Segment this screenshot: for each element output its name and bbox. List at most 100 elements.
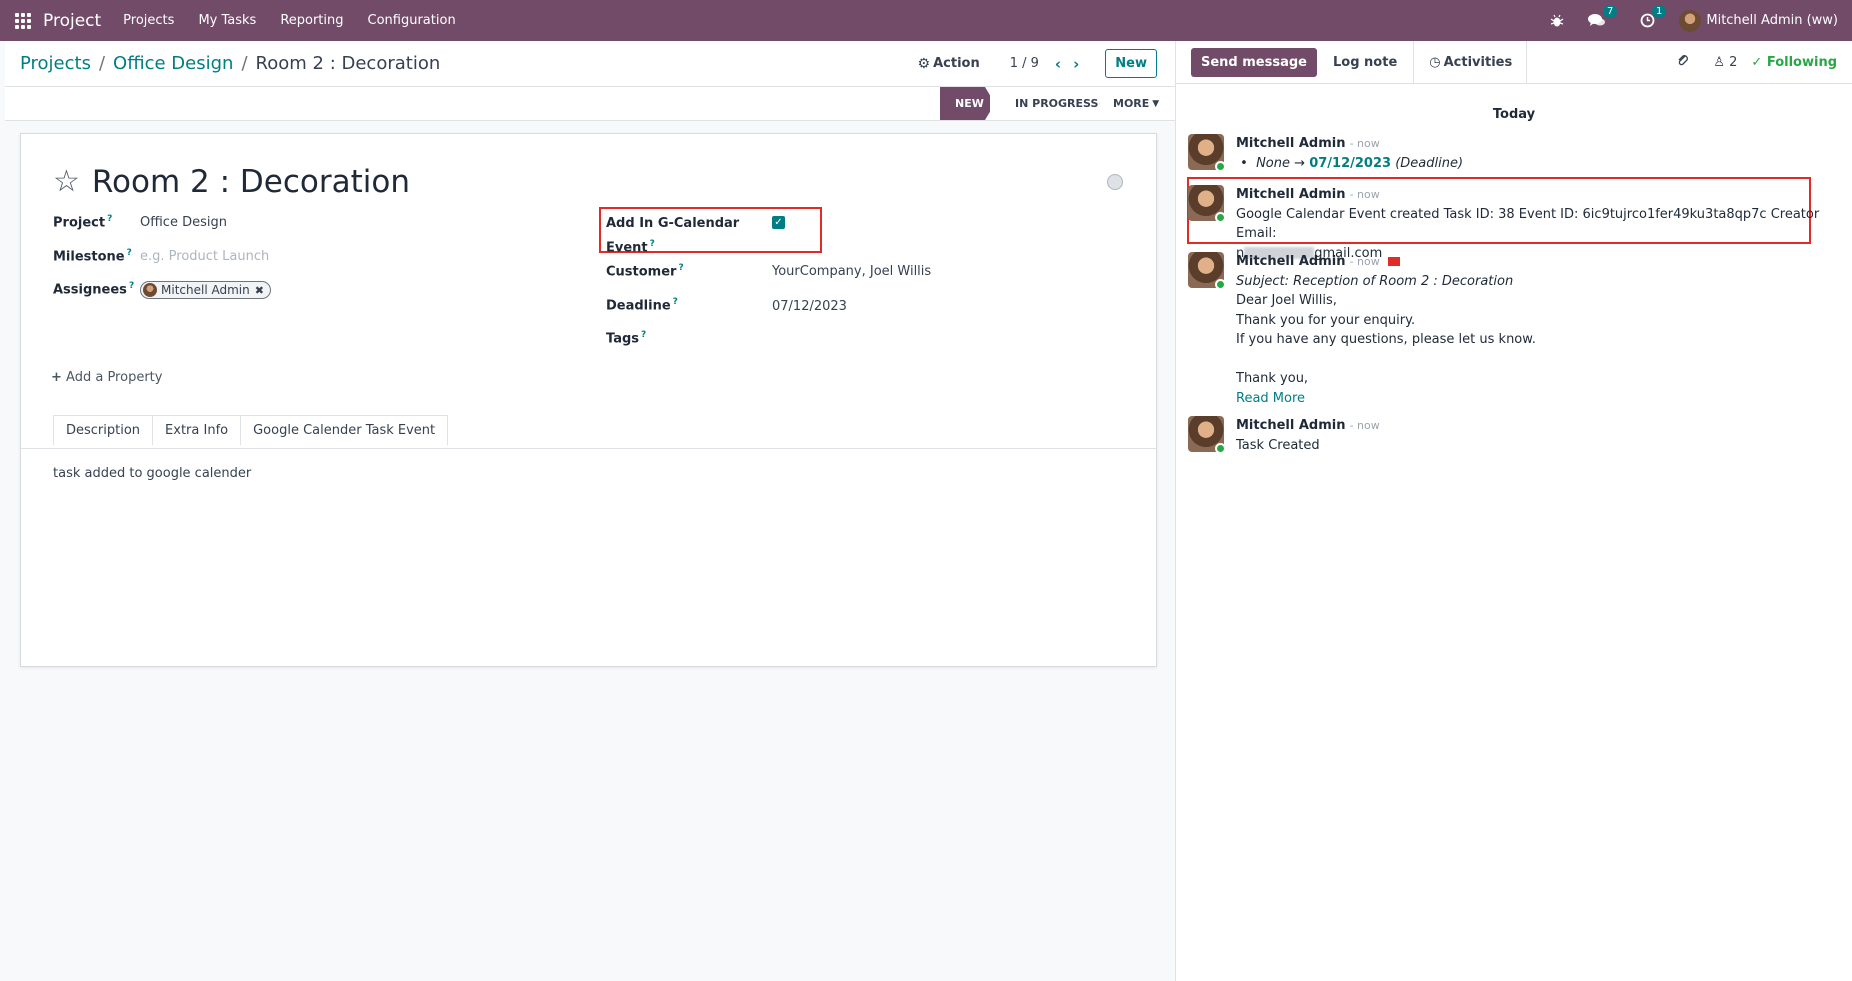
gcal-checkbox[interactable]: ✓: [772, 216, 785, 229]
avatar[interactable]: [1188, 416, 1226, 454]
assignee-tag[interactable]: Mitchell Admin ✖: [140, 281, 271, 299]
activities-badge: 1: [1651, 5, 1667, 18]
pager-value[interactable]: 1 / 9: [1010, 56, 1039, 71]
priority-star-icon[interactable]: ☆: [53, 167, 80, 197]
help-icon[interactable]: ?: [678, 263, 683, 273]
customer-field[interactable]: YourCompany, Joel Willis: [772, 264, 931, 279]
gear-icon: ⚙: [917, 55, 931, 72]
menu-my-tasks[interactable]: My Tasks: [198, 13, 256, 28]
control-panel: Projects / Office Design / Room 2 : Deco…: [5, 41, 1175, 87]
message-time: - now: [1349, 419, 1380, 432]
online-status-icon: [1215, 443, 1226, 454]
menu-projects[interactable]: Projects: [123, 13, 174, 28]
avatar[interactable]: [1188, 185, 1226, 223]
help-icon[interactable]: ?: [129, 281, 134, 291]
activities-label: Activities: [1443, 54, 1513, 70]
clock-icon: ◷: [1429, 54, 1441, 70]
project-field[interactable]: Office Design: [140, 215, 227, 230]
help-icon[interactable]: ?: [673, 297, 678, 307]
message-time: - now: [1349, 188, 1380, 201]
add-property-label: Add a Property: [66, 370, 163, 385]
new-button[interactable]: New: [1105, 49, 1157, 78]
message-text: Dear Joel Willis,: [1236, 293, 1337, 308]
tab-google-calender-task-event[interactable]: Google Calender Task Event: [240, 415, 449, 445]
assignees-label: Assignees?: [53, 281, 135, 298]
tab-extra-info[interactable]: Extra Info: [152, 415, 242, 445]
help-icon[interactable]: ?: [107, 214, 112, 224]
messages-badge: 7: [1602, 5, 1618, 18]
breadcrumb-office-design[interactable]: Office Design: [113, 53, 233, 74]
task-title[interactable]: Room 2 : Decoration: [92, 164, 410, 200]
following-label: Following: [1766, 54, 1837, 70]
paperclip-icon[interactable]: [1677, 53, 1689, 71]
user-icon: ♙: [1713, 54, 1725, 70]
message-text: Task Created: [1236, 437, 1320, 453]
message-text: Google Calendar Event created Task ID: 3…: [1236, 206, 1820, 242]
check-icon: ✓: [1751, 54, 1763, 70]
stage-in-progress[interactable]: IN PROGRESS: [990, 87, 1100, 120]
activities-button[interactable]: ◷ Activities: [1429, 40, 1528, 84]
apps-menu-icon[interactable]: [15, 12, 31, 29]
breadcrumb-projects[interactable]: Projects: [20, 53, 91, 74]
message-author[interactable]: Mitchell Admin: [1236, 418, 1345, 433]
milestone-field[interactable]: e.g. Product Launch: [140, 249, 269, 264]
milestone-label: Milestone?: [53, 248, 132, 265]
customer-label: Customer?: [606, 263, 684, 280]
status-bar: NEW IN PROGRESS MORE ▼: [5, 87, 1175, 121]
message-author[interactable]: Mitchell Admin: [1236, 254, 1345, 269]
followers-count: 2: [1729, 54, 1738, 70]
online-status-icon: [1215, 279, 1226, 290]
menu-configuration[interactable]: Configuration: [368, 13, 456, 28]
help-icon[interactable]: ?: [650, 239, 655, 249]
gcal-label: Add In G-Calendar Event?: [606, 216, 740, 256]
message-author[interactable]: Mitchell Admin: [1236, 187, 1345, 202]
chatter-message: Mitchell Admin - now • None → 07/12/2023…: [1188, 134, 1828, 173]
help-icon[interactable]: ?: [641, 330, 646, 340]
activities-clock-icon[interactable]: 1: [1640, 5, 1667, 28]
description-content[interactable]: task added to google calender: [53, 466, 251, 481]
read-more-link[interactable]: Read More: [1236, 391, 1305, 406]
breadcrumb-separator: /: [241, 53, 248, 74]
app-brand[interactable]: Project: [43, 11, 101, 31]
deadline-field[interactable]: 07/12/2023: [772, 299, 847, 314]
online-status-icon: [1215, 161, 1226, 172]
message-subject: Subject: Reception of Room 2 : Decoratio…: [1236, 273, 1514, 289]
log-note-button[interactable]: Log note: [1333, 40, 1415, 84]
breadcrumb-current: Room 2 : Decoration: [255, 53, 441, 74]
user-menu[interactable]: Mitchell Admin (ww): [1679, 9, 1838, 32]
breadcrumb: Projects / Office Design / Room 2 : Deco…: [20, 53, 440, 74]
plus-icon: +: [51, 370, 62, 385]
chatter-message: Mitchell Admin - now Task Created: [1188, 416, 1828, 455]
messages-icon[interactable]: 7: [1588, 5, 1618, 28]
stage-more-dropdown[interactable]: MORE ▼: [1113, 87, 1159, 120]
debug-bug-icon[interactable]: [1550, 14, 1564, 28]
caret-down-icon: ▼: [1152, 98, 1160, 109]
online-status-icon: [1215, 212, 1226, 223]
send-message-button[interactable]: Send message: [1191, 47, 1317, 77]
avatar[interactable]: [1188, 252, 1226, 290]
stage-new[interactable]: NEW: [940, 87, 995, 120]
user-name: Mitchell Admin (ww): [1706, 13, 1838, 28]
followers-button[interactable]: ♙ 2: [1713, 55, 1737, 70]
assignee-name: Mitchell Admin: [161, 283, 250, 297]
avatar: [143, 283, 157, 297]
message-text: Thank you,: [1236, 371, 1309, 386]
pager-previous-icon[interactable]: ‹: [1055, 55, 1061, 73]
message-time: - now: [1349, 255, 1380, 268]
avatar[interactable]: [1188, 134, 1226, 172]
following-button[interactable]: ✓ Following: [1751, 55, 1837, 70]
tab-description[interactable]: Description: [53, 415, 154, 446]
stage-more-label: MORE: [1113, 97, 1150, 110]
chatter-message: Mitchell Admin - now Subject: Reception …: [1188, 252, 1828, 408]
remove-tag-icon[interactable]: ✖: [255, 284, 264, 297]
form-sheet: ☆ Room 2 : Decoration Project? Office De…: [20, 133, 1157, 667]
message-author[interactable]: Mitchell Admin: [1236, 136, 1345, 151]
action-button[interactable]: ⚙ Action: [918, 56, 980, 72]
date-separator: Today: [1492, 107, 1536, 122]
menu-reporting[interactable]: Reporting: [280, 13, 343, 28]
add-property-button[interactable]: + Add a Property: [51, 370, 162, 385]
message-text: Thank you for your enquiry.: [1236, 312, 1416, 328]
kanban-state-indicator[interactable]: [1107, 174, 1123, 190]
pager-next-icon[interactable]: ›: [1073, 55, 1079, 73]
help-icon[interactable]: ?: [127, 248, 132, 258]
